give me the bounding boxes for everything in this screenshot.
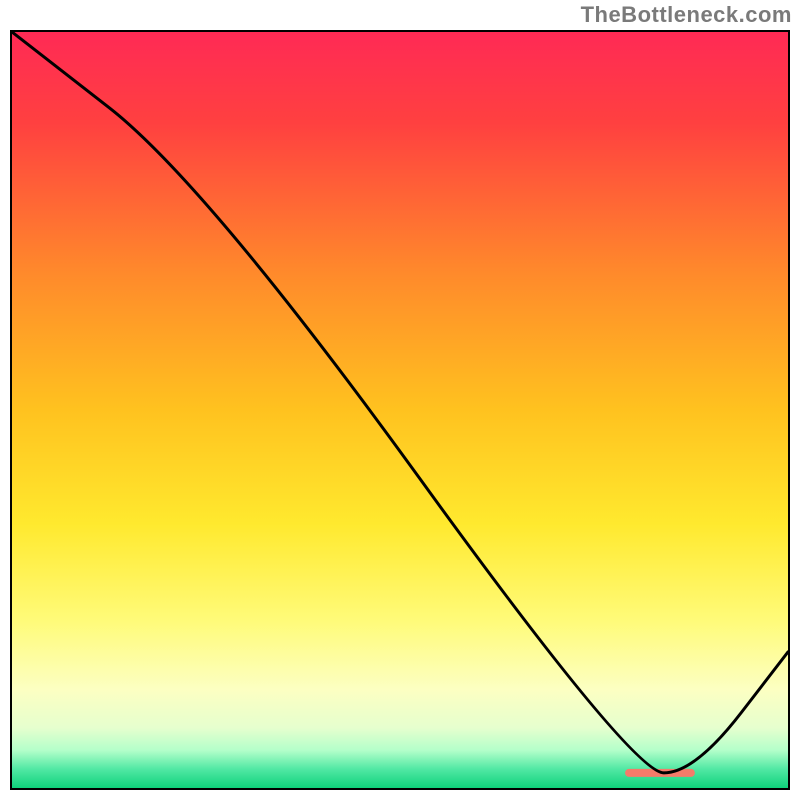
watermark-label: TheBottleneck.com: [581, 2, 792, 28]
curve-layer: [12, 32, 788, 788]
bottleneck-curve: [12, 32, 788, 773]
chart-container: TheBottleneck.com: [0, 0, 800, 800]
plot-area: [10, 30, 790, 790]
